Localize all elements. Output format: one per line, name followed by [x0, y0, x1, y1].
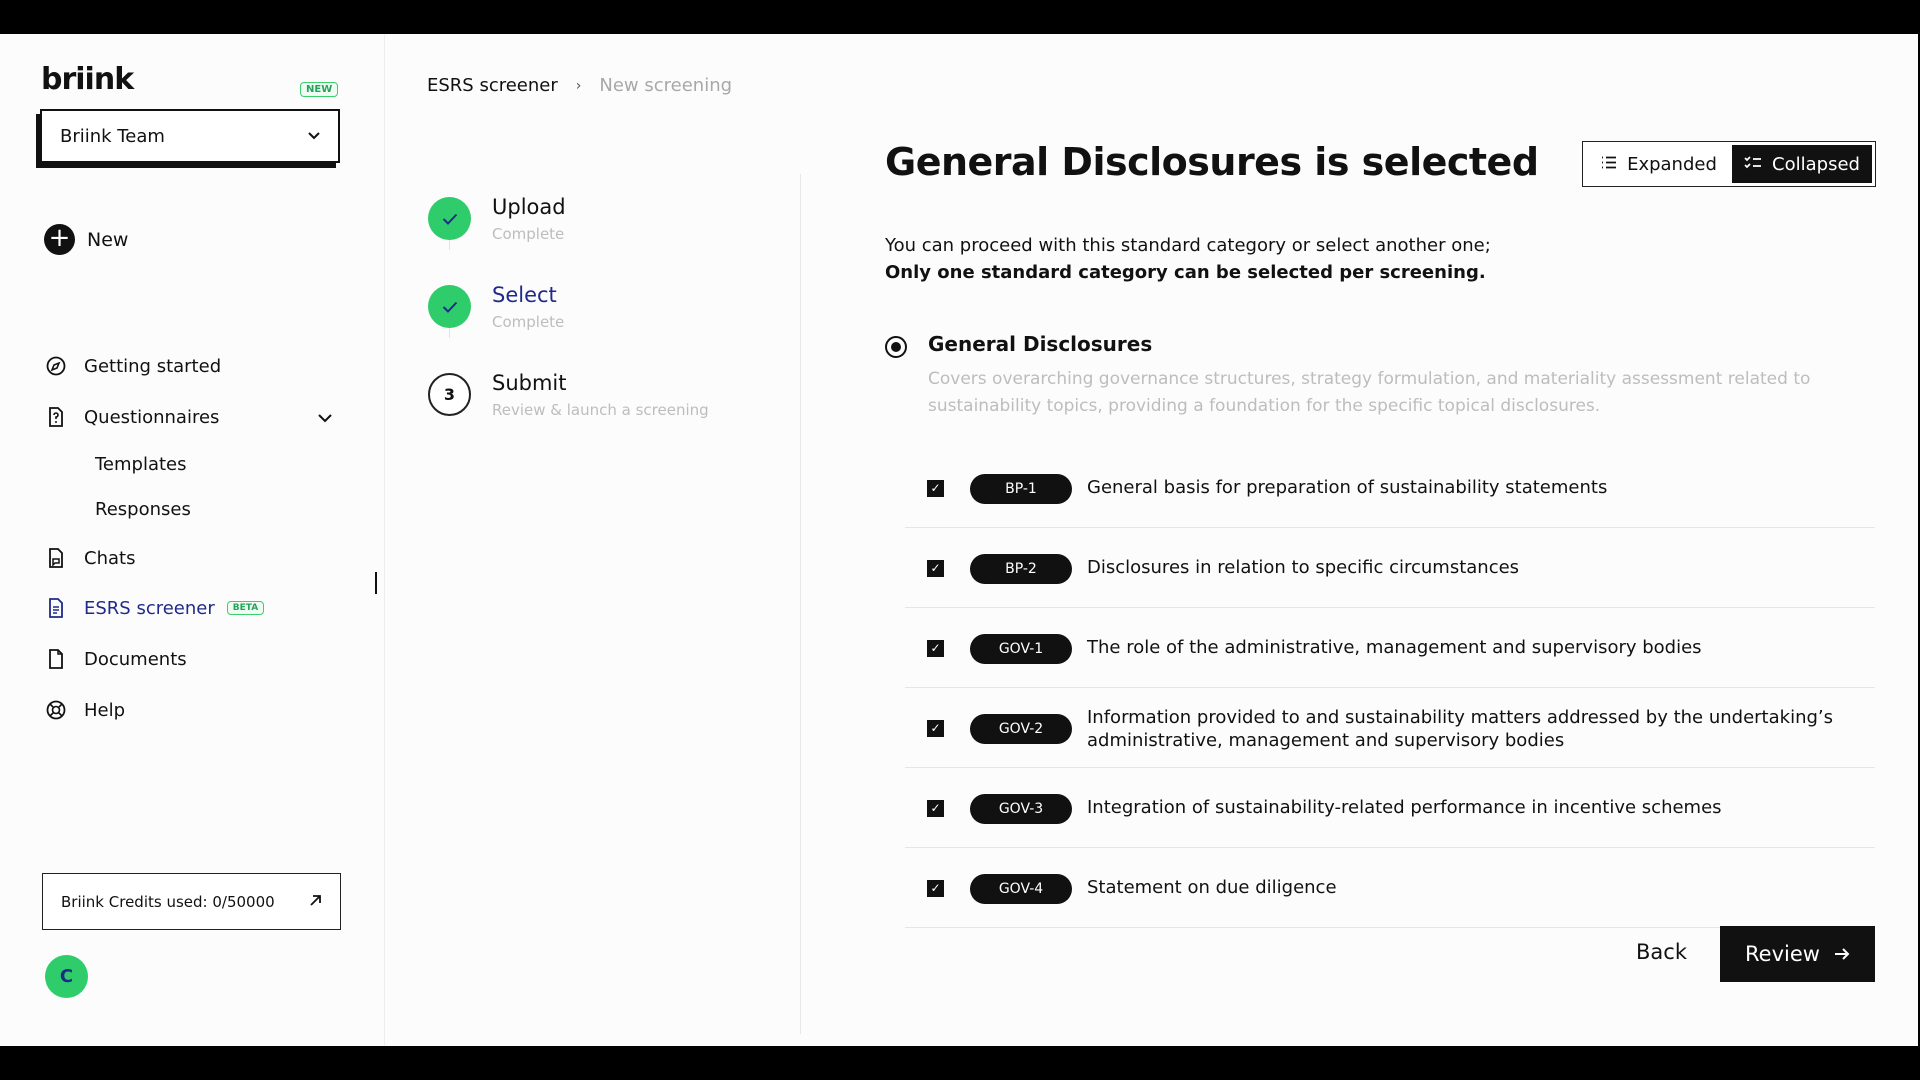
- check-icon: [428, 197, 471, 240]
- chevron-down-icon: [308, 129, 320, 144]
- credits-link[interactable]: Briink Credits used: 0/50000: [42, 873, 341, 930]
- disclosure-row: ✓ BP-1 General basis for preparation of …: [905, 448, 1875, 528]
- divider: [800, 174, 801, 1034]
- collapsed-option[interactable]: Collapsed: [1732, 145, 1872, 183]
- team-selector[interactable]: Briink Team: [40, 109, 340, 163]
- breadcrumb: ESRS screener › New screening: [427, 75, 732, 96]
- disclosure-row: ✓ GOV-1 The role of the administrative, …: [905, 608, 1875, 688]
- nav-help[interactable]: Help: [44, 698, 125, 722]
- nav-responses[interactable]: Responses: [95, 499, 191, 520]
- sidebar: briink NEW Briink Team + New Getting sta…: [0, 34, 385, 1046]
- expanded-option[interactable]: Expanded: [1586, 145, 1732, 183]
- chevron-down-icon[interactable]: [318, 408, 332, 427]
- expanded-label: Expanded: [1627, 153, 1717, 175]
- view-toggle: Expanded Collapsed: [1582, 141, 1876, 187]
- intro-note: Only one standard category can be select…: [885, 262, 1486, 283]
- disclosure-code: BP-1: [970, 474, 1072, 504]
- step-number: 3: [428, 373, 471, 416]
- arrow-right-icon: [1834, 942, 1850, 966]
- nav-label: Questionnaires: [84, 406, 220, 428]
- checkbox-checked[interactable]: ✓: [927, 480, 944, 497]
- list-icon: [1601, 155, 1617, 173]
- step-title: Select: [492, 283, 557, 307]
- step-status: Complete: [492, 313, 565, 331]
- app-window: briink NEW Briink Team + New Getting sta…: [0, 34, 1918, 1046]
- checkbox-checked[interactable]: ✓: [927, 560, 944, 577]
- category-description: Covers overarching governance structures…: [928, 369, 1811, 416]
- step-title: Upload: [492, 195, 566, 219]
- nav-label: Help: [84, 699, 126, 721]
- disclosure-code: GOV-4: [970, 874, 1072, 904]
- step-status: Review & launch a screening: [492, 401, 709, 419]
- breadcrumb-current: New screening: [599, 75, 733, 96]
- chevron-right-icon: ›: [575, 77, 582, 94]
- checkbox-checked[interactable]: ✓: [927, 800, 944, 817]
- checkbox-checked[interactable]: ✓: [927, 640, 944, 657]
- back-button[interactable]: Back: [1636, 940, 1687, 964]
- beta-badge: BETA: [226, 601, 265, 615]
- disclosure-text: The role of the administrative, manageme…: [1087, 637, 1702, 658]
- disclosure-code: GOV-1: [970, 634, 1072, 664]
- document-list-icon: [44, 596, 68, 620]
- intro-text: You can proceed with this standard categ…: [885, 232, 1491, 286]
- checklist-icon: [1744, 155, 1762, 173]
- review-button[interactable]: Review: [1720, 926, 1875, 982]
- credits-label: Briink Credits used: 0/50000: [61, 892, 275, 911]
- user-avatar[interactable]: C: [45, 955, 88, 998]
- compass-icon: [44, 354, 68, 378]
- new-badge: NEW: [300, 82, 339, 97]
- briink-logo[interactable]: briink: [41, 62, 134, 97]
- disclosure-code: BP-2: [970, 554, 1072, 584]
- page-title: General Disclosures is selected: [885, 140, 1539, 184]
- disclosure-text: General basis for preparation of sustain…: [1087, 477, 1608, 498]
- nav-label: Documents: [84, 648, 187, 670]
- nav-templates[interactable]: Templates: [95, 454, 187, 475]
- nav-questionnaires[interactable]: Questionnaires: [44, 405, 219, 429]
- lifebuoy-icon: [44, 698, 68, 722]
- step-status: Complete: [492, 225, 565, 243]
- breadcrumb-parent[interactable]: ESRS screener: [427, 75, 558, 96]
- disclosure-text: Integration of sustainability-related pe…: [1087, 797, 1722, 818]
- disclosure-row: ✓ GOV-4 Statement on due diligence: [905, 848, 1875, 928]
- checkbox-checked[interactable]: ✓: [927, 880, 944, 897]
- check-icon: [428, 285, 471, 328]
- new-button[interactable]: + New: [44, 224, 128, 255]
- nav-getting-started[interactable]: Getting started: [44, 354, 221, 378]
- disclosure-row: ✓ GOV-3 Integration of sustainability-re…: [905, 768, 1875, 848]
- disclosure-list: ✓ BP-1 General basis for preparation of …: [905, 448, 1875, 928]
- nav-documents[interactable]: Documents: [44, 647, 187, 671]
- plus-icon: +: [44, 224, 75, 255]
- disclosure-code: GOV-3: [970, 794, 1072, 824]
- nav-chats[interactable]: Chats: [44, 546, 135, 570]
- nav-label: Getting started: [84, 355, 222, 377]
- review-label: Review: [1745, 942, 1820, 966]
- step-title: Submit: [492, 371, 567, 395]
- arrow-up-right-icon: [309, 892, 322, 911]
- nav-label: ESRS screener: [84, 597, 215, 619]
- category-radio[interactable]: [885, 336, 907, 358]
- disclosure-text: Information provided to and sustainabili…: [1087, 707, 1834, 751]
- nav-label: Chats: [84, 547, 136, 569]
- new-label: New: [87, 228, 129, 251]
- disclosure-code: GOV-2: [970, 714, 1072, 744]
- disclosure-row: ✓ BP-2 Disclosures in relation to specif…: [905, 528, 1875, 608]
- checkbox-checked[interactable]: ✓: [927, 720, 944, 737]
- nav-esrs-screener[interactable]: ESRS screener BETA: [44, 596, 265, 620]
- disclosure-row: ✓ GOV-2 Information provided to and sust…: [905, 688, 1875, 768]
- text-cursor: [375, 572, 377, 594]
- questionnaire-icon: [44, 405, 68, 429]
- document-icon: [44, 647, 68, 671]
- disclosure-text: Statement on due diligence: [1087, 877, 1337, 898]
- collapsed-label: Collapsed: [1772, 153, 1860, 175]
- chat-document-icon: [44, 546, 68, 570]
- team-name: Briink Team: [60, 125, 165, 147]
- disclosure-text: Disclosures in relation to specific circ…: [1087, 557, 1520, 578]
- intro-line: You can proceed with this standard categ…: [885, 235, 1491, 256]
- category-title: General Disclosures: [928, 332, 1153, 356]
